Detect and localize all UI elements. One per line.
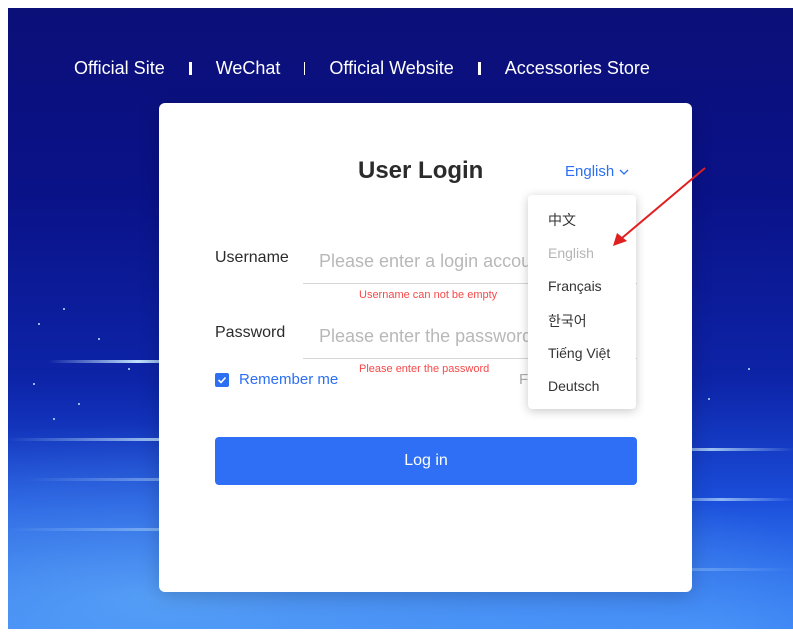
language-selector[interactable]: English [565,163,629,180]
nav-link-wechat[interactable]: WeChat [216,58,281,79]
sparkle [748,368,750,370]
language-current-label: English [565,163,615,180]
nav-link-official-site[interactable]: Official Site [74,58,165,79]
nav-link-official-website[interactable]: Official Website [329,58,453,79]
username-label: Username [215,249,289,266]
language-option-vietnamese[interactable]: Tiếng Việt [548,345,610,361]
checkmark-icon [215,372,229,387]
language-option-french[interactable]: Français [548,278,602,294]
password-error: Please enter the password [359,363,490,375]
language-option-german[interactable]: Deutsch [548,378,599,394]
sparkle [78,403,80,405]
sparkle [708,398,710,400]
sparkle [63,308,65,310]
forgot-password-link[interactable]: F [519,371,528,388]
nav-separator [188,62,192,75]
login-button[interactable]: Log in [215,437,637,485]
top-navigation: Official Site WeChat Official Website Ac… [74,58,650,79]
username-error: Username can not be empty [359,289,498,301]
chevron-down-icon [619,169,629,175]
sparkle [53,418,55,420]
language-option-korean[interactable]: 한국어 [548,311,587,331]
password-label: Password [215,324,286,341]
login-title: User Login [358,157,484,184]
sparkle [33,383,35,385]
sparkle [128,368,130,370]
remember-me-label: Remember me [239,371,339,388]
nav-separator [477,62,481,75]
remember-me-checkbox[interactable]: Remember me [215,371,338,388]
nav-link-accessories-store[interactable]: Accessories Store [505,58,650,79]
language-option-chinese[interactable]: 中文 [548,210,576,230]
sparkle [98,338,100,340]
language-option-english: English [548,245,594,261]
sparkle [38,323,40,325]
language-dropdown: 中文 English Français 한국어 Tiếng Việt Deuts… [528,195,636,409]
nav-separator [304,62,306,75]
